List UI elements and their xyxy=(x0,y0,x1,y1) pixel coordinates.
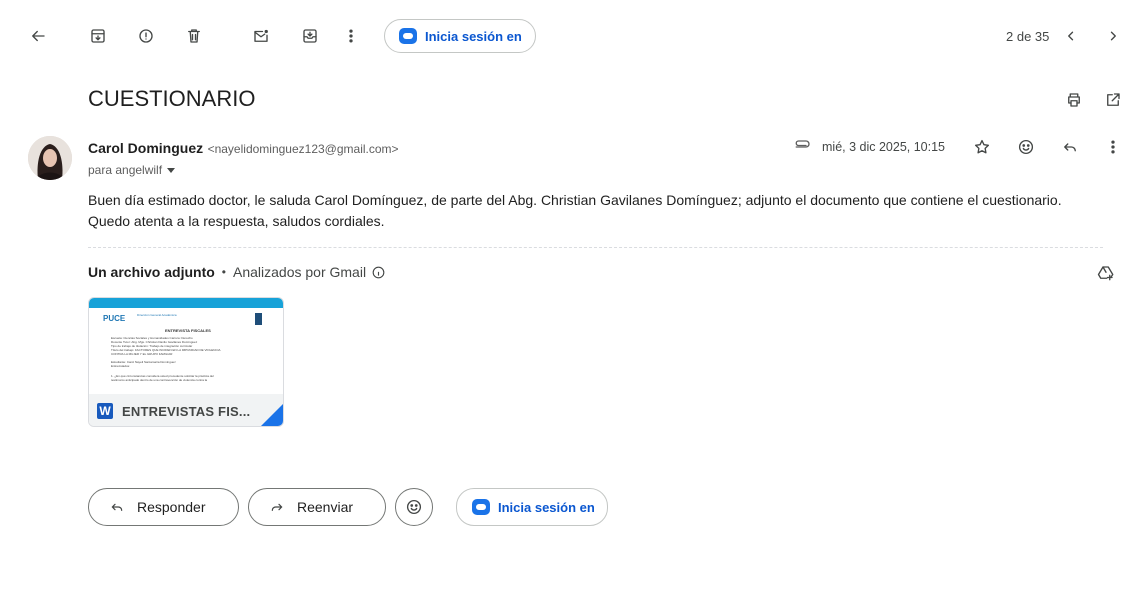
attachment-corner-fold xyxy=(261,404,283,426)
preview-line: CONTRA LA MUJER Y EL GRUPO FAMILIAR xyxy=(111,352,173,356)
emoji-icon xyxy=(406,499,422,515)
pagination-label: 2 de 35 xyxy=(1006,29,1050,44)
reply-arrow-icon xyxy=(111,503,123,511)
recipient-dropdown-icon[interactable] xyxy=(167,167,176,173)
add-to-drive-icon[interactable] xyxy=(1092,259,1120,287)
email-date: mié, 3 dic 2025, 10:15 xyxy=(822,140,945,154)
body-line-1: Buen día estimado doctor, le saluda Caro… xyxy=(88,192,1062,208)
attachments-divider xyxy=(88,247,1103,248)
email-subject: CUESTIONARIO xyxy=(88,86,256,111)
move-to-icon[interactable] xyxy=(296,22,324,50)
attachments-header: Un archivo adjunto • Analizados por Gmai… xyxy=(88,264,386,280)
more-vert-icon[interactable] xyxy=(337,22,365,50)
forward-button-label: Reenviar xyxy=(297,499,354,515)
report-spam-icon[interactable] xyxy=(132,22,160,50)
forward-button[interactable]: Reenviar xyxy=(248,488,386,526)
back-arrow-icon[interactable] xyxy=(24,22,52,50)
preview-header-small: Dirección General Académica xyxy=(137,313,177,317)
sender-avatar[interactable] xyxy=(28,136,72,180)
info-icon[interactable] xyxy=(371,265,386,280)
mark-unread-icon[interactable] xyxy=(247,22,275,50)
emoji-react-icon[interactable] xyxy=(1012,133,1040,161)
preview-logo: PUCE xyxy=(103,314,126,323)
sender-email: <nayelidominguez123@gmail.com> xyxy=(207,142,399,156)
preview-top-bar xyxy=(89,298,283,308)
archive-icon[interactable] xyxy=(84,22,112,50)
attachments-count: Un archivo adjunto xyxy=(88,264,215,280)
preview-lines: Escuela: Ciencias Sociales y Humanidades… xyxy=(111,336,271,382)
delete-icon[interactable] xyxy=(180,22,208,50)
extension-signin-button[interactable]: Inicia sesión en xyxy=(384,19,536,53)
print-icon[interactable] xyxy=(1060,86,1088,114)
attachment-filename: ENTREVISTAS FIS... xyxy=(122,403,251,419)
email-body: Buen día estimado doctor, le saluda Caro… xyxy=(88,190,1098,232)
preview-title: ENTREVISTA FISCALES xyxy=(165,328,211,333)
forward-arrow-icon xyxy=(271,503,283,511)
newer-chevron-icon[interactable] xyxy=(1057,22,1085,50)
reply-icon[interactable] xyxy=(1056,133,1084,161)
extension-signin-bottom-button[interactable]: Inicia sesión en xyxy=(456,488,608,526)
body-line-2: Quedo atenta a la respuesta, saludos cor… xyxy=(88,213,385,229)
extension-bottom-label: Inicia sesión en xyxy=(498,499,595,515)
extension-signin-label: Inicia sesión en xyxy=(425,28,522,44)
preview-line: testimonio anticipado dentro de una cont… xyxy=(111,378,208,382)
recipient-line[interactable]: para angelwilf xyxy=(88,163,176,177)
older-chevron-icon[interactable] xyxy=(1099,22,1127,50)
sender-line: Carol Dominguez <nayelidominguez123@gmai… xyxy=(88,140,399,158)
word-file-icon: W xyxy=(97,403,113,419)
emoji-reaction-button[interactable] xyxy=(395,488,433,526)
extension-icon xyxy=(399,28,417,44)
star-icon[interactable] xyxy=(968,133,996,161)
recipient-label: para angelwilf xyxy=(88,163,163,177)
attachment-footer: W ENTREVISTAS FIS... xyxy=(89,394,283,426)
message-more-icon[interactable] xyxy=(1099,133,1127,161)
preview-side-mark xyxy=(255,313,262,325)
extension-bottom-icon xyxy=(472,499,490,515)
attachment-preview: PUCE Dirección General Académica ENTREVI… xyxy=(89,298,283,394)
reply-button-label: Responder xyxy=(137,499,206,515)
open-new-window-icon[interactable] xyxy=(1099,86,1127,114)
attachments-scan-label: Analizados por Gmail xyxy=(233,264,367,280)
attachments-separator: • xyxy=(221,265,226,279)
attachment-clip-icon xyxy=(794,138,812,161)
preview-line: Entrevistados: xyxy=(111,364,131,368)
attachment-card[interactable]: PUCE Dirección General Académica ENTREVI… xyxy=(88,297,284,427)
reply-button[interactable]: Responder xyxy=(88,488,239,526)
sender-name[interactable]: Carol Dominguez xyxy=(88,140,203,156)
